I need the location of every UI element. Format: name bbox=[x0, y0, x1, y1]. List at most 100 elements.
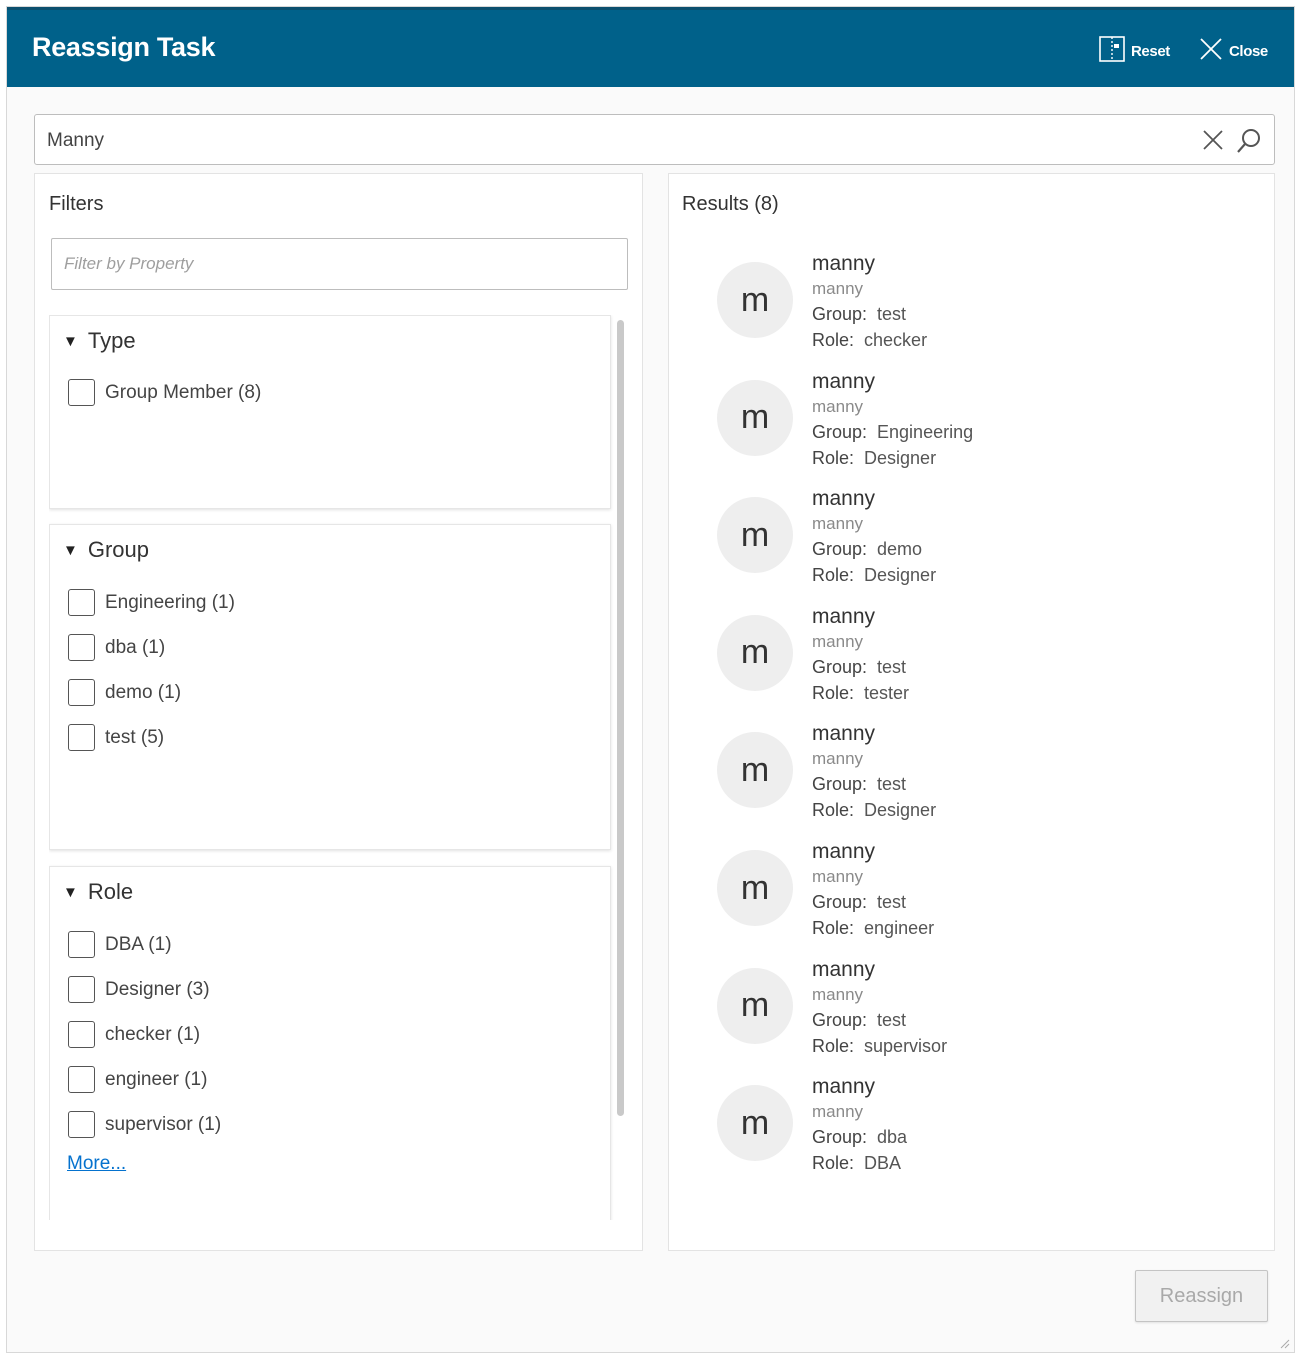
collapse-triangle-icon: ▼ bbox=[63, 541, 78, 559]
role-key-label: Role: bbox=[812, 1035, 855, 1056]
result-name: manny bbox=[812, 840, 876, 863]
result-username: manny bbox=[812, 279, 864, 298]
avatar: m bbox=[717, 850, 793, 926]
group-section-header[interactable]: ▼ Group bbox=[63, 537, 149, 563]
clear-search-icon[interactable] bbox=[1200, 127, 1226, 153]
group-key-label: Group: bbox=[812, 774, 868, 795]
result-name: manny bbox=[812, 1075, 876, 1099]
avatar: m bbox=[717, 1085, 793, 1162]
filter-by-property-input[interactable] bbox=[51, 238, 628, 290]
result-details: manny manny Group: test Role: tester bbox=[812, 604, 909, 706]
result-item[interactable]: m manny manny Group: test Role: Designer bbox=[717, 721, 1237, 839]
role-key-label: Role: bbox=[812, 1153, 855, 1174]
group-key-label: Group: bbox=[812, 656, 868, 677]
filters-title: Filters bbox=[49, 193, 104, 215]
filter-option-group-member[interactable]: Group Member (8) bbox=[68, 379, 261, 406]
group-value: Engineering bbox=[877, 421, 974, 442]
result-details: manny manny Group: demo Role: Designer bbox=[812, 486, 936, 588]
filters-panel: Filters ▼ Type Group Member (8) ▼ Group bbox=[34, 173, 643, 1251]
group-key-label: Group: bbox=[812, 1009, 868, 1030]
results-title: Results (8) bbox=[682, 193, 779, 215]
checkbox[interactable] bbox=[68, 931, 95, 958]
role-section-header[interactable]: ▼ Role bbox=[63, 879, 133, 905]
close-button[interactable]: Close bbox=[1199, 38, 1268, 64]
result-username: manny bbox=[812, 631, 864, 651]
filter-option-supervisor[interactable]: supervisor (1) bbox=[68, 1111, 221, 1138]
filter-option-dba[interactable]: dba (1) bbox=[68, 634, 165, 661]
reassign-button[interactable]: Reassign bbox=[1135, 1270, 1268, 1322]
result-name: manny bbox=[812, 604, 876, 628]
filter-option-engineering[interactable]: Engineering (1) bbox=[68, 589, 235, 616]
filter-option-dba-role[interactable]: DBA (1) bbox=[68, 931, 172, 958]
filter-option-engineer[interactable]: engineer (1) bbox=[68, 1066, 207, 1093]
checkbox[interactable] bbox=[68, 1021, 95, 1048]
result-details: manny manny Group: test Role: engineer bbox=[812, 839, 934, 941]
filter-option-designer[interactable]: Designer (3) bbox=[68, 976, 210, 1003]
role-value: Designer bbox=[864, 447, 937, 468]
checkbox[interactable] bbox=[68, 679, 95, 706]
collapse-triangle-icon: ▼ bbox=[63, 883, 78, 901]
checkbox[interactable] bbox=[68, 589, 95, 616]
checkbox[interactable] bbox=[68, 976, 95, 1003]
type-section: ▼ Type Group Member (8) bbox=[49, 315, 611, 509]
result-item[interactable]: m manny manny Group: Engineering Role: Designe… bbox=[717, 369, 1237, 487]
result-group: Group: demo bbox=[812, 536, 936, 562]
resize-grip-icon[interactable] bbox=[1278, 1336, 1290, 1349]
group-key-label: Group: bbox=[812, 539, 868, 560]
checkbox[interactable] bbox=[68, 379, 95, 406]
avatar: m bbox=[717, 614, 793, 691]
collapse-triangle-icon: ▼ bbox=[63, 332, 78, 350]
filter-option-label: Designer (3) bbox=[105, 978, 210, 1000]
group-value: test bbox=[877, 774, 907, 795]
avatar: m bbox=[717, 497, 793, 574]
result-username: manny bbox=[812, 1102, 864, 1122]
checkbox[interactable] bbox=[68, 634, 95, 661]
group-value: test bbox=[877, 656, 907, 677]
group-value: test bbox=[877, 892, 907, 912]
result-group: Group: test bbox=[812, 1007, 947, 1033]
reassign-task-dialog: Reassign Task Reset Close Manny Filters … bbox=[6, 6, 1295, 1353]
type-section-header[interactable]: ▼ Type bbox=[63, 328, 136, 354]
filters-scrollbar[interactable] bbox=[617, 320, 624, 1116]
filter-option-checker[interactable]: checker (1) bbox=[68, 1021, 200, 1048]
role-value: tester bbox=[864, 682, 910, 703]
result-details: manny manny Group: test Role: supervisor bbox=[812, 957, 947, 1059]
checkbox[interactable] bbox=[68, 1111, 95, 1138]
reset-button[interactable]: Reset bbox=[1099, 36, 1170, 64]
group-section: ▼ Group Engineering (1) dba (1) demo (1) bbox=[49, 524, 611, 850]
filter-option-label: DBA (1) bbox=[105, 933, 172, 955]
more-roles-link[interactable]: More... bbox=[67, 1153, 126, 1175]
role-key-label: Role: bbox=[812, 447, 855, 468]
result-details: manny manny Group: test Role: checker bbox=[812, 251, 927, 353]
result-item[interactable]: m manny manny Group: test Role: engineer bbox=[717, 839, 1237, 957]
search-input[interactable] bbox=[45, 125, 1189, 157]
role-key-label: Role: bbox=[812, 565, 855, 586]
role-key-label: Role: bbox=[812, 682, 855, 703]
search-icon[interactable] bbox=[1235, 127, 1261, 153]
filter-option-test[interactable]: test (5) bbox=[68, 724, 164, 751]
filter-option-label: test (5) bbox=[105, 726, 165, 748]
result-username: manny bbox=[812, 867, 864, 886]
filter-option-label: engineer (1) bbox=[105, 1068, 208, 1090]
results-panel: Results (8) m manny manny Group: test Role: ch… bbox=[668, 173, 1275, 1251]
avatar: m bbox=[717, 732, 793, 809]
result-name: manny bbox=[812, 252, 876, 275]
result-item[interactable]: m manny manny Group: test Role: checker bbox=[717, 251, 1237, 369]
result-item[interactable]: m manny manny Group: demo Role: Designer bbox=[717, 486, 1237, 604]
result-name: manny bbox=[812, 369, 876, 393]
result-username: manny bbox=[812, 749, 864, 769]
filter-option-label: Group Member (8) bbox=[105, 381, 262, 403]
checkbox[interactable] bbox=[68, 1066, 95, 1093]
role-value: Designer bbox=[864, 800, 937, 821]
result-item[interactable]: m manny manny Group: test Role: supervisor bbox=[717, 957, 1237, 1075]
role-key-label: Role: bbox=[812, 330, 855, 350]
checkbox[interactable] bbox=[68, 724, 95, 751]
result-item[interactable]: m manny manny Group: test Role: tester bbox=[717, 604, 1237, 722]
filter-option-demo[interactable]: demo (1) bbox=[68, 679, 181, 706]
result-role: Role: Designer bbox=[812, 445, 973, 471]
result-details: manny manny Group: dba Role: DBA bbox=[812, 1074, 907, 1176]
result-role: Role: tester bbox=[812, 680, 909, 706]
result-item[interactable]: m manny manny Group: dba Role: DBA bbox=[717, 1074, 1237, 1192]
result-role: Role: checker bbox=[812, 327, 927, 353]
group-value: dba bbox=[877, 1127, 908, 1148]
